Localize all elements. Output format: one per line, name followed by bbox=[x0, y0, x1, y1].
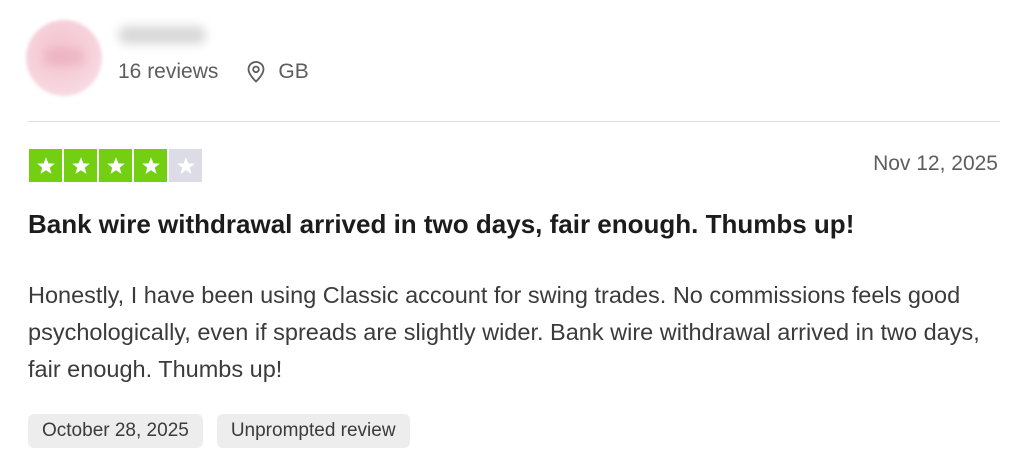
review-tags: October 28, 2025 Unprompted review bbox=[28, 414, 410, 448]
experience-date-tag: October 28, 2025 bbox=[28, 414, 203, 448]
star-5-empty bbox=[169, 149, 202, 182]
star-icon bbox=[71, 156, 90, 174]
reviewer-name-blurred[interactable] bbox=[118, 26, 206, 44]
divider bbox=[28, 121, 1000, 122]
star-4-filled bbox=[134, 149, 167, 182]
star-2-filled bbox=[64, 149, 97, 182]
review-date: Nov 12, 2025 bbox=[873, 152, 998, 175]
avatar-initials-blurred bbox=[44, 48, 84, 66]
avatar[interactable] bbox=[26, 20, 102, 96]
reviewer-location: GB bbox=[246, 60, 309, 84]
star-rating bbox=[29, 149, 202, 182]
location-text: GB bbox=[278, 60, 309, 83]
star-1-filled bbox=[29, 149, 62, 182]
star-icon bbox=[106, 156, 125, 174]
star-3-filled bbox=[99, 149, 132, 182]
star-icon bbox=[176, 156, 195, 174]
location-pin-icon bbox=[246, 60, 266, 84]
reviews-count: 16 reviews bbox=[118, 60, 219, 83]
review-title[interactable]: Bank wire withdrawal arrived in two days… bbox=[28, 209, 854, 240]
reviewer-meta: 16 reviews GB bbox=[118, 60, 309, 84]
review-body: Honestly, I have been using Classic acco… bbox=[28, 282, 980, 382]
review-type-tag[interactable]: Unprompted review bbox=[216, 414, 410, 448]
star-icon bbox=[141, 156, 160, 174]
star-icon bbox=[36, 156, 55, 174]
